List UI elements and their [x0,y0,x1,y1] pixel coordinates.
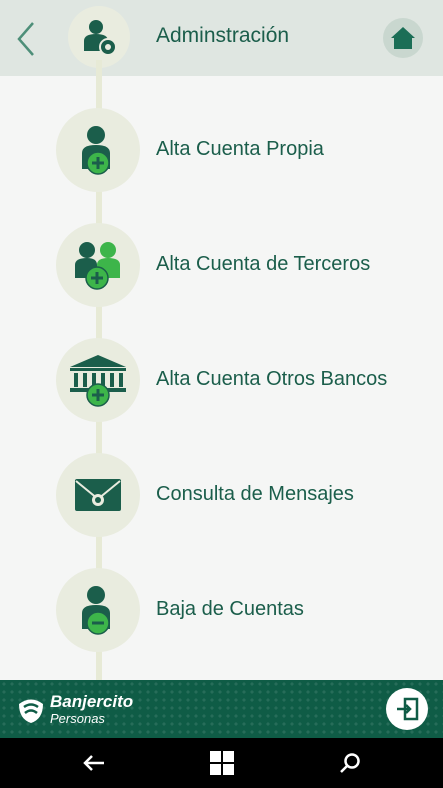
brand-name: Banjercito [50,692,134,711]
menu-icon-circle [56,453,140,537]
menu-icon-circle [56,223,140,307]
windows-start-button[interactable] [202,746,242,780]
menu-icon-circle [56,108,140,192]
menu-item-alta-cuenta-otros-bancos[interactable]: Alta Cuenta Otros Bancos [0,330,443,430]
menu-item-alta-cuenta-propia[interactable]: Alta Cuenta Propia [0,100,443,200]
menu-icon-circle [56,568,140,652]
app-footer: Banjercito Personas [0,680,443,738]
user-remove-icon [82,586,110,635]
search-icon [340,753,360,773]
envelope-icon [75,479,121,511]
header-icon-circle [68,6,130,68]
admin-user-gear-icon [84,20,117,56]
menu-icon-circle [56,338,140,422]
windows-start-icon [210,751,234,775]
back-arrow-icon [83,755,104,771]
menu-item-label: Consulta de Mensajes [156,483,354,505]
menu-item-label: Alta Cuenta de Terceros [156,253,371,275]
brand-mark-icon [19,699,43,723]
system-nav-bar [0,738,443,788]
menu-item-alta-cuenta-terceros[interactable]: Alta Cuenta de Terceros [0,215,443,315]
home-icon [391,27,415,49]
menu-item-consulta-mensajes[interactable]: Consulta de Mensajes [0,445,443,545]
bank-add-icon [70,355,126,407]
users-add-icon [75,242,120,290]
system-back-button[interactable] [74,746,114,780]
chevron-left-icon [17,22,34,56]
back-button[interactable] [8,18,44,60]
brand-subtitle: Personas [50,711,105,726]
brand-logo: Banjercito Personas [16,690,146,730]
system-search-button[interactable] [330,746,370,780]
page-title: Adminstración [156,24,290,47]
menu-item-label: Alta Cuenta Otros Bancos [156,368,388,390]
menu-item-baja-cuentas[interactable]: Baja de Cuentas [0,560,443,660]
logout-button[interactable] [386,688,428,730]
menu-item-label: Alta Cuenta Propia [156,138,324,160]
logout-icon [397,697,419,721]
admin-menu: Alta Cuenta Propia Alta Cuenta de Tercer… [0,76,443,680]
user-add-icon [82,126,110,175]
app-header: Adminstración [0,0,443,76]
home-button[interactable] [383,18,423,58]
menu-item-label: Baja de Cuentas [156,598,304,620]
